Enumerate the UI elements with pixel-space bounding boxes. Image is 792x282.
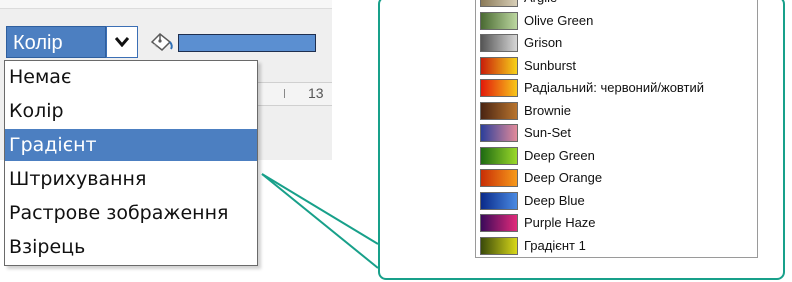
gradient-item[interactable]: Purple Haze xyxy=(476,212,758,234)
gradient-item[interactable]: Brownie xyxy=(476,100,758,122)
gradient-swatch xyxy=(480,124,518,142)
gradient-item[interactable]: Sun-Set xyxy=(476,122,758,144)
gradient-label: Deep Orange xyxy=(524,170,603,185)
gradient-swatch xyxy=(480,146,518,165)
gradient-label: Grison xyxy=(524,35,563,50)
gradient-label: Deep Green xyxy=(524,147,595,163)
gradient-label: Argile xyxy=(524,0,557,9)
gradient-swatch xyxy=(480,236,518,255)
gradient-item[interactable]: Argile xyxy=(476,0,758,9)
gradient-swatch xyxy=(480,214,518,232)
gradient-item[interactable]: Deep Orange xyxy=(476,167,758,189)
gradient-swatch xyxy=(480,11,518,30)
gradient-swatch xyxy=(480,191,518,210)
gradient-item[interactable]: Градієнт 1 xyxy=(476,235,758,257)
gradient-label: Olive Green xyxy=(524,12,594,28)
gradient-item[interactable]: Olive Green xyxy=(476,10,758,32)
gradient-list: Argile Olive Green Grison Sunburst Радіальни… xyxy=(475,0,758,258)
gradient-item[interactable]: Deep Green xyxy=(476,145,758,167)
gradient-label: Sun-Set xyxy=(524,125,571,140)
gradient-item[interactable]: Sunburst xyxy=(476,55,758,77)
gradient-swatch xyxy=(480,169,518,187)
gradient-label: Градієнт 1 xyxy=(524,237,586,253)
gradient-label: Deep Blue xyxy=(524,192,585,208)
gradient-swatch xyxy=(480,79,518,97)
gradient-swatch xyxy=(480,0,518,7)
gradient-swatch xyxy=(480,56,518,75)
gradient-item[interactable]: Grison xyxy=(476,32,758,54)
gradient-label: Purple Haze xyxy=(524,215,596,230)
gradient-label: Brownie xyxy=(524,102,571,118)
gradient-swatch xyxy=(480,101,518,120)
gradient-label: Sunburst xyxy=(524,57,577,73)
gradient-item[interactable]: Радіальний: червоний/жовтий xyxy=(476,77,758,99)
gradient-item[interactable]: Deep Blue xyxy=(476,190,758,212)
gradient-label: Радіальний: червоний/жовтий xyxy=(524,80,705,95)
gradient-swatch xyxy=(480,34,518,52)
